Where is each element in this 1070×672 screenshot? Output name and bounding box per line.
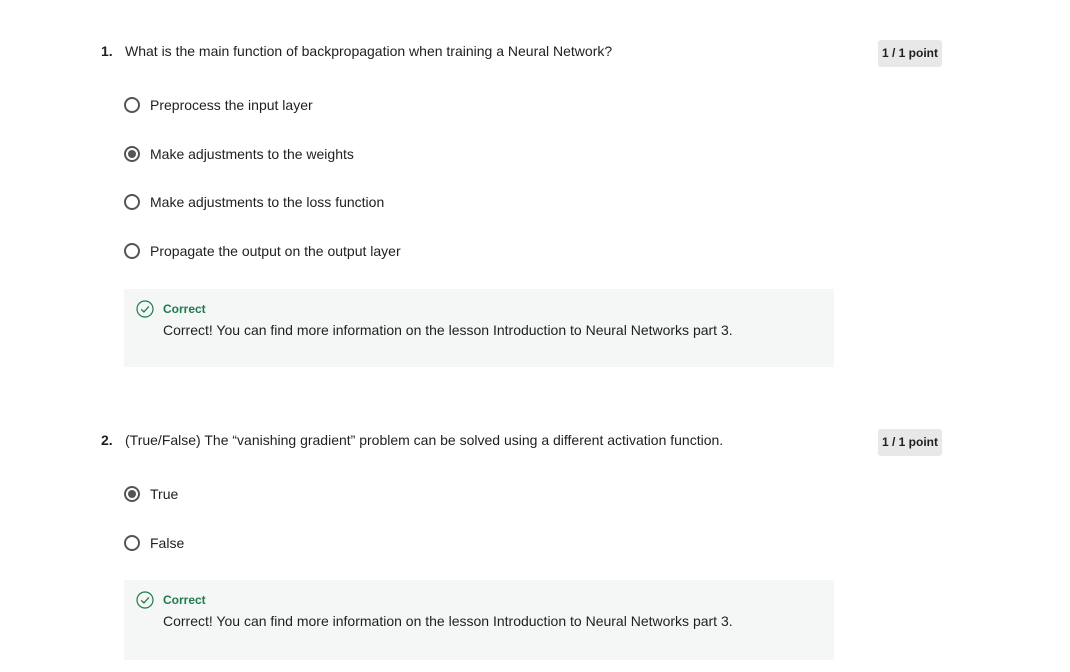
option-adjust-weights[interactable]: Make adjustments to the weights (124, 144, 354, 164)
option-propagate-output[interactable]: Propagate the output on the output layer (124, 241, 401, 261)
quiz-results-page: 1. What is the main function of backprop… (0, 0, 1070, 672)
question-number: 1. (101, 43, 113, 59)
radio-button[interactable] (124, 535, 140, 551)
points-badge: 1 / 1 point (878, 40, 942, 67)
feedback-text: Correct! You can find more information o… (163, 613, 733, 629)
check-circle-icon (136, 300, 154, 318)
option-true[interactable]: True (124, 484, 178, 504)
option-label: Make adjustments to the loss function (150, 194, 385, 210)
feedback-box: Correct Correct! You can find more infor… (124, 580, 834, 660)
feedback-box: Correct Correct! You can find more infor… (124, 289, 834, 367)
radio-button-selected[interactable] (124, 146, 140, 162)
question-text: What is the main function of backpropaga… (125, 43, 613, 59)
option-label: False (150, 535, 185, 551)
radio-button[interactable] (124, 97, 140, 113)
points-badge: 1 / 1 point (878, 429, 942, 456)
radio-button-selected[interactable] (124, 486, 140, 502)
option-false[interactable]: False (124, 533, 184, 553)
option-label: Preprocess the input layer (150, 97, 313, 113)
option-label: Propagate the output on the output layer (150, 243, 401, 259)
radio-button[interactable] (124, 243, 140, 259)
option-preprocess-input-layer[interactable]: Preprocess the input layer (124, 95, 313, 115)
question-text: (True/False) The “vanishing gradient” pr… (125, 432, 724, 448)
feedback-text: Correct! You can find more information o… (163, 322, 733, 338)
option-adjust-loss-function[interactable]: Make adjustments to the loss function (124, 192, 384, 212)
radio-button[interactable] (124, 194, 140, 210)
feedback-title: Correct (163, 593, 206, 607)
check-circle-icon (136, 591, 154, 609)
option-label: True (150, 486, 179, 502)
feedback-title: Correct (163, 302, 206, 316)
question-number: 2. (101, 432, 113, 448)
option-label: Make adjustments to the weights (150, 146, 354, 162)
